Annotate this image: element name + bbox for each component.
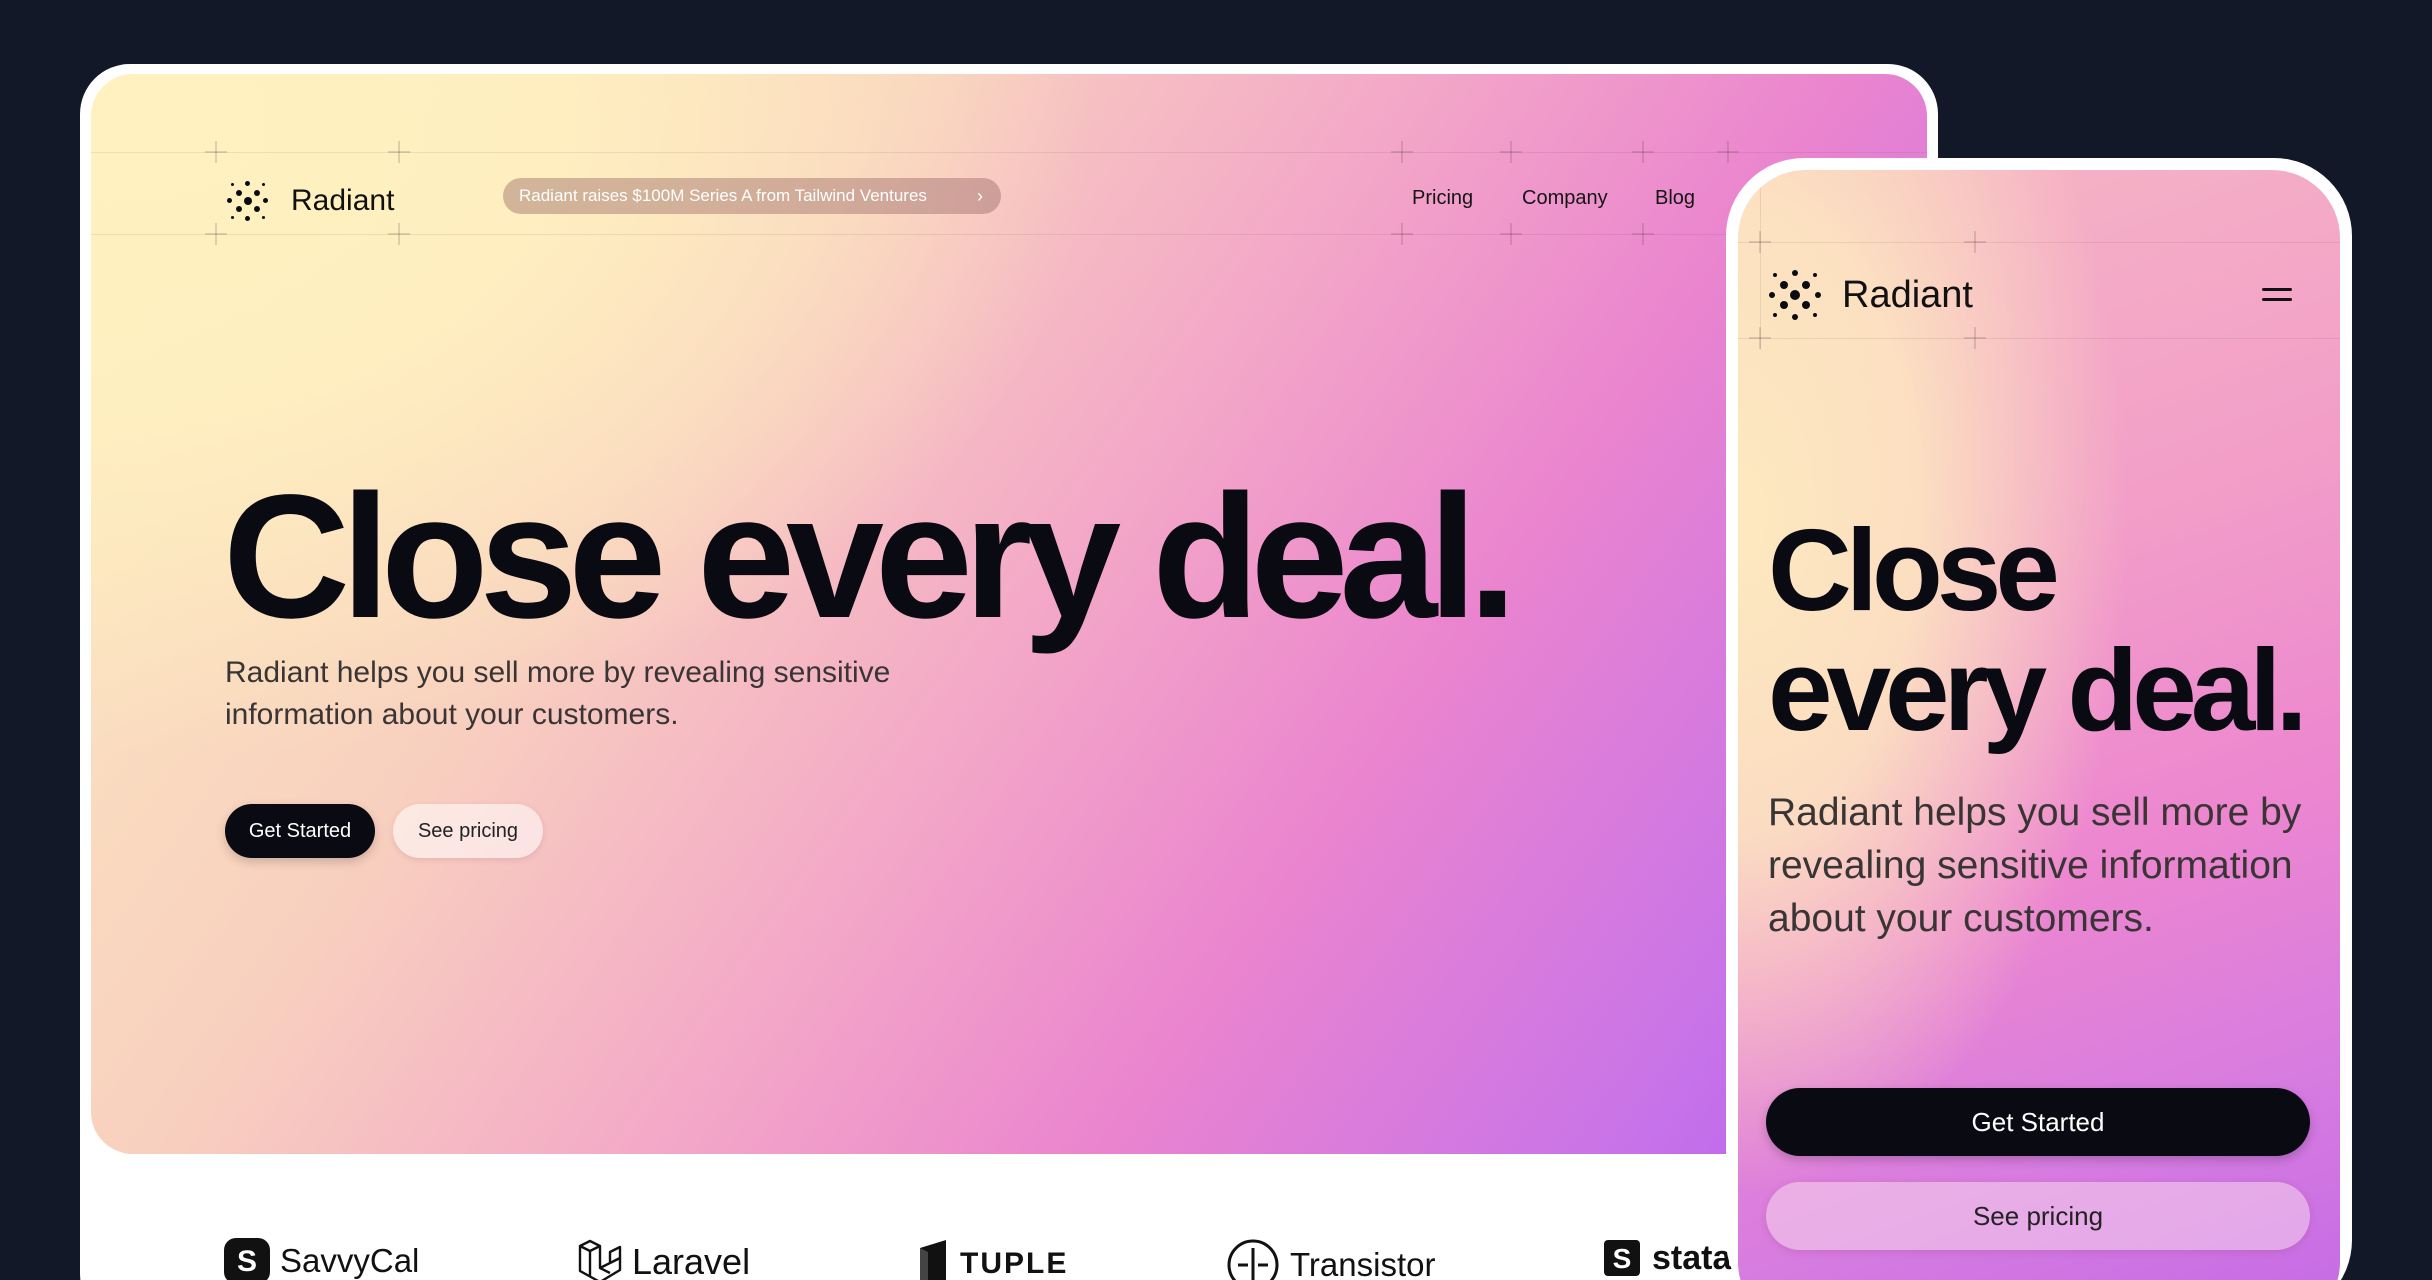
- radiant-logo-icon[interactable]: [1766, 266, 1824, 324]
- plus-mark-icon: [1391, 223, 1413, 245]
- nav-company[interactable]: Company: [1522, 187, 1608, 210]
- grid-line: [1738, 338, 2340, 339]
- statamic-logo-icon: S: [1604, 1240, 1640, 1276]
- logo-name: SavvyCal: [280, 1242, 420, 1279]
- logo-tuple: TUPLE: [916, 1238, 1068, 1280]
- svg-text:S: S: [237, 1245, 257, 1278]
- logo-name: TUPLE: [960, 1247, 1069, 1280]
- tuple-logo-icon: [920, 1240, 946, 1280]
- brand-name[interactable]: Radiant: [1842, 274, 1973, 317]
- customer-logos: S SavvyCal Laravel TUPLE Transistor S st…: [80, 1154, 1938, 1280]
- logo-name: Transistor: [1290, 1246, 1436, 1280]
- hero-headline: Close every deal.: [1768, 505, 2308, 755]
- logo-name: stata: [1652, 1238, 1732, 1277]
- transistor-logo-icon: [1227, 1239, 1279, 1280]
- get-started-button[interactable]: Get Started: [1766, 1088, 2310, 1156]
- plus-mark-icon: [1632, 141, 1654, 163]
- hamburger-menu-icon[interactable]: [2262, 288, 2292, 302]
- hero-headline: Close every deal.: [223, 459, 1517, 655]
- plus-mark-icon: [1749, 231, 1771, 253]
- svg-text:S: S: [1613, 1243, 1632, 1274]
- plus-mark-icon: [1749, 327, 1771, 349]
- plus-mark-icon: [1964, 327, 1986, 349]
- nav-pricing[interactable]: Pricing: [1412, 187, 1473, 210]
- mobile-frame: Radiant Close every deal. Radiant helps …: [1726, 158, 2352, 1280]
- hero-subtext: Radiant helps you sell more by revealing…: [225, 656, 891, 731]
- mobile-hero: Radiant Close every deal. Radiant helps …: [1738, 170, 2340, 1280]
- savvycal-logo-icon: S: [224, 1238, 270, 1280]
- nav-blog[interactable]: Blog: [1655, 187, 1695, 210]
- brand-name[interactable]: Radiant: [291, 184, 394, 218]
- hero-subtext: Radiant helps you sell more by revealing…: [1768, 791, 2302, 940]
- logo-savvycal: S SavvyCal: [224, 1238, 419, 1280]
- logo-laravel: Laravel: [574, 1238, 750, 1280]
- plus-mark-icon: [1391, 141, 1413, 163]
- see-pricing-button[interactable]: See pricing: [1766, 1182, 2310, 1250]
- laravel-logo-icon: [578, 1239, 622, 1280]
- logo-statamic: S stata: [1602, 1238, 1731, 1278]
- chevron-right-icon: ›: [977, 186, 983, 206]
- plus-mark-icon: [1632, 223, 1654, 245]
- announcement-pill[interactable]: Radiant raises $100M Series A from Tailw…: [503, 178, 1001, 214]
- plus-mark-icon: [388, 141, 410, 163]
- plus-mark-icon: [1500, 141, 1522, 163]
- plus-mark-icon: [1964, 231, 1986, 253]
- logo-name: Laravel: [632, 1241, 751, 1280]
- desktop-hero: Radiant Radiant raises $100M Series A fr…: [91, 74, 1927, 1154]
- plus-mark-icon: [1717, 141, 1739, 163]
- get-started-button[interactable]: Get Started: [225, 804, 375, 858]
- plus-mark-icon: [1500, 223, 1522, 245]
- desktop-frame: Radiant Radiant raises $100M Series A fr…: [80, 64, 1938, 1280]
- plus-mark-icon: [388, 223, 410, 245]
- see-pricing-button[interactable]: See pricing: [393, 804, 543, 858]
- plus-mark-icon: [205, 141, 227, 163]
- radiant-logo-icon[interactable]: [225, 178, 271, 224]
- announcement-text: Radiant raises $100M Series A from Tailw…: [519, 186, 927, 205]
- grid-line: [1760, 170, 1761, 350]
- grid-line: [1738, 242, 2340, 243]
- plus-mark-icon: [205, 223, 227, 245]
- logo-transistor: Transistor: [1226, 1238, 1435, 1280]
